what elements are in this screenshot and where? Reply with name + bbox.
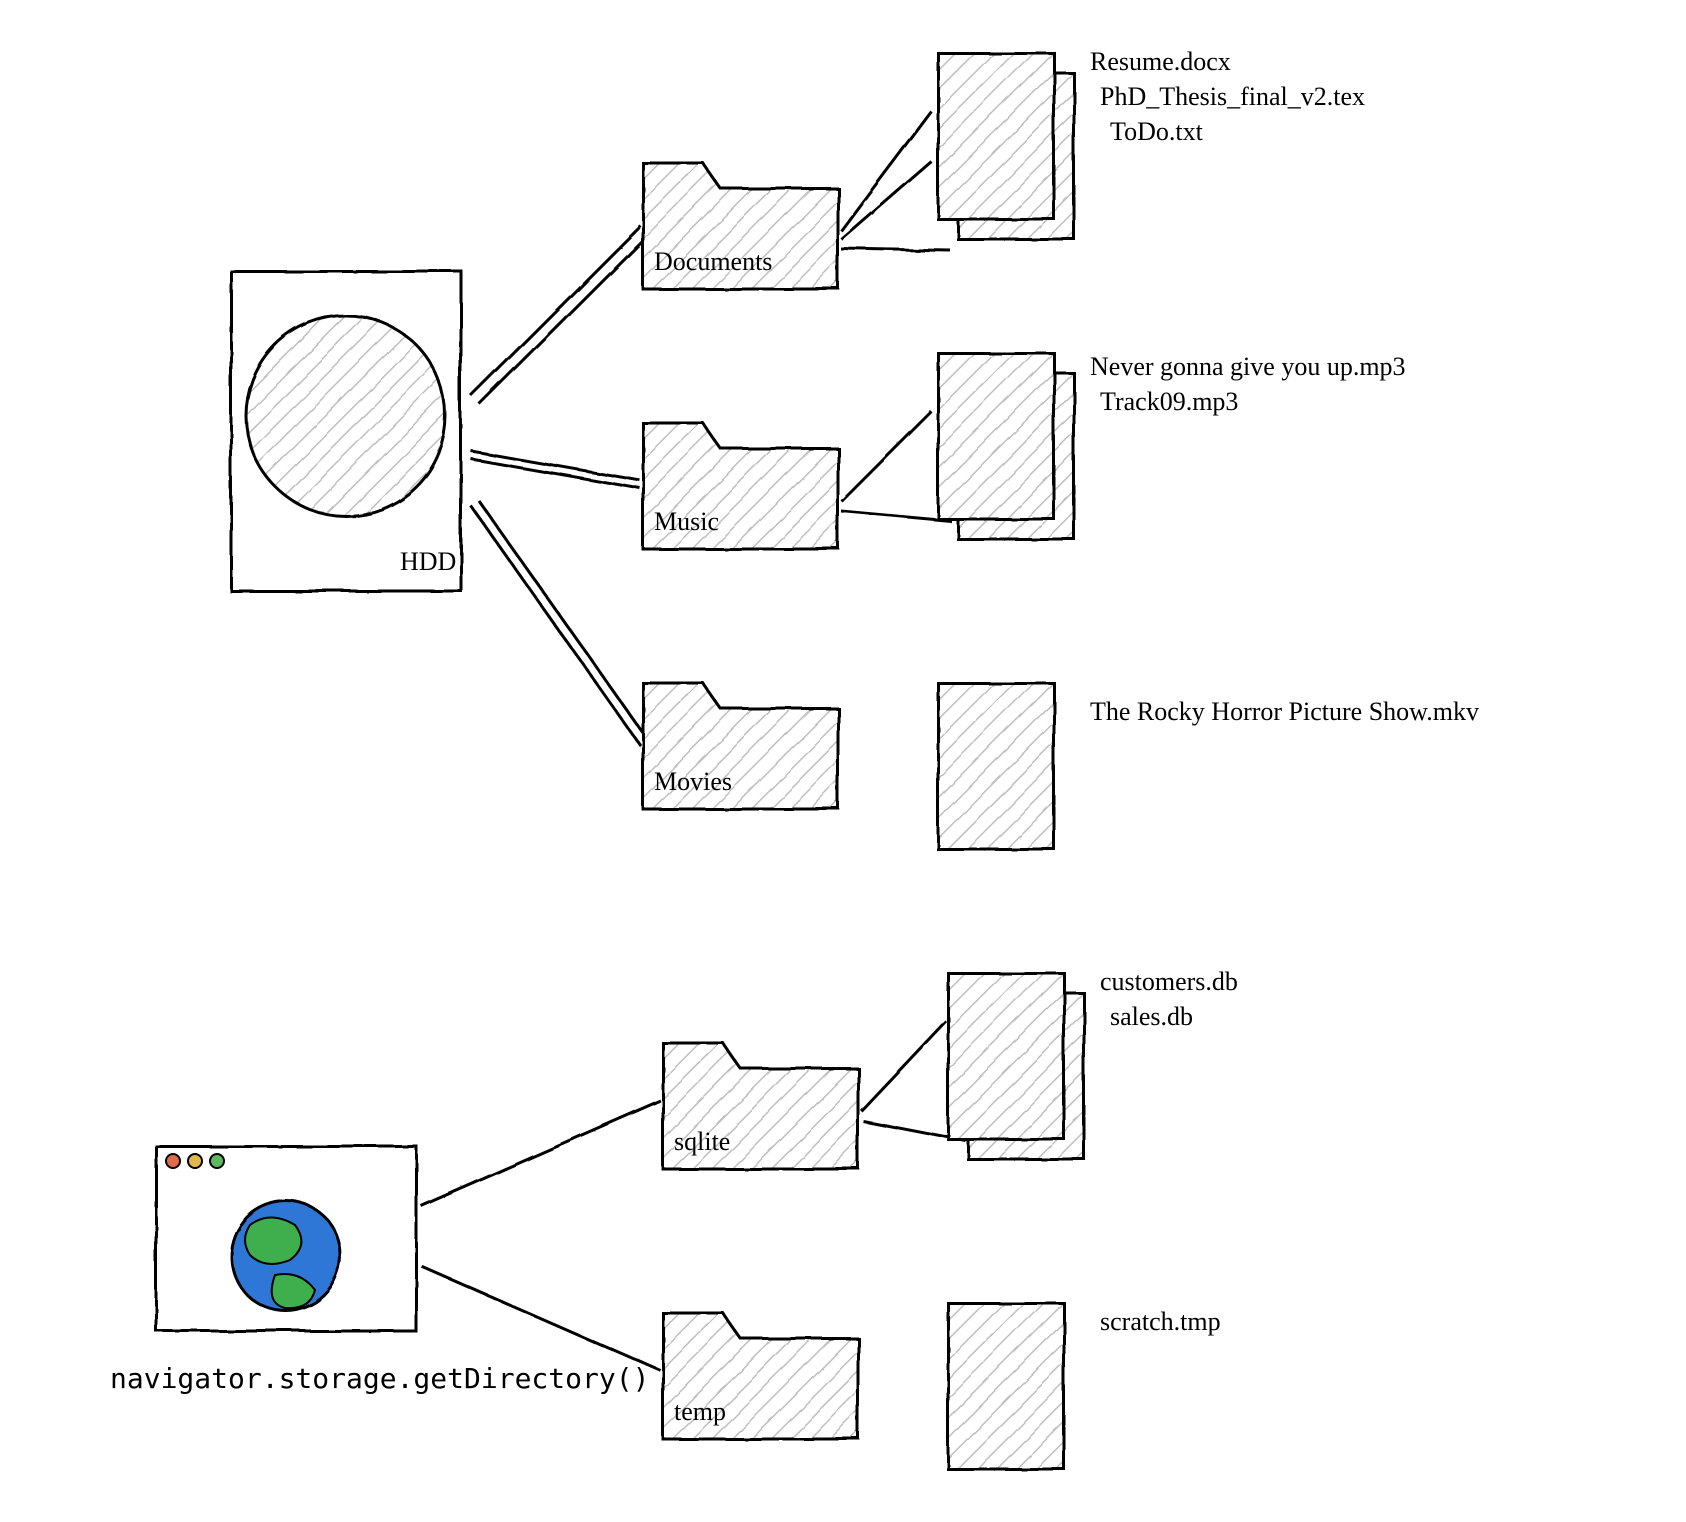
folder-label: Music	[654, 507, 719, 536]
folder-label: Documents	[654, 247, 772, 276]
browser-connectors	[420, 1100, 660, 1370]
api-call-label: navigator.storage.getDirectory()	[110, 1362, 649, 1395]
file-label: Track09.mp3	[1100, 387, 1238, 416]
documents-file-icon	[937, 52, 1073, 238]
globe-icon	[230, 1200, 340, 1310]
documents-file-connector	[840, 110, 950, 250]
folder-label: sqlite	[674, 1127, 730, 1156]
file-label: Never gonna give you up.mp3	[1090, 352, 1406, 381]
hdd-connectors	[470, 225, 648, 745]
folder-temp: temp	[662, 1312, 858, 1438]
folder-music: Music	[642, 422, 838, 548]
folder-documents: Documents	[642, 162, 838, 288]
file-label: The Rocky Horror Picture Show.mkv	[1090, 697, 1479, 726]
file-label: scratch.tmp	[1100, 1307, 1221, 1336]
file-label: customers.db	[1100, 967, 1238, 996]
movies-file-icon	[937, 682, 1053, 848]
browser-window-icon	[155, 1145, 415, 1330]
folder-label: temp	[674, 1397, 726, 1426]
diagram-root: HDD Documents Resume.docx PhD_Thesis_fin…	[0, 0, 1686, 1522]
file-label: ToDo.txt	[1110, 117, 1204, 146]
music-file-connector	[840, 410, 950, 520]
hdd-icon: HDD	[230, 270, 460, 590]
folder-label: Movies	[654, 767, 732, 796]
file-label: PhD_Thesis_final_v2.tex	[1100, 82, 1365, 111]
music-file-icon	[937, 352, 1073, 538]
file-label: Resume.docx	[1090, 47, 1231, 76]
folder-movies: Movies	[642, 682, 838, 808]
temp-file-icon	[947, 1302, 1063, 1468]
hdd-label: HDD	[400, 547, 456, 576]
file-label: sales.db	[1110, 1002, 1193, 1031]
sqlite-file-icon	[947, 972, 1083, 1158]
folder-sqlite: sqlite	[662, 1042, 858, 1168]
